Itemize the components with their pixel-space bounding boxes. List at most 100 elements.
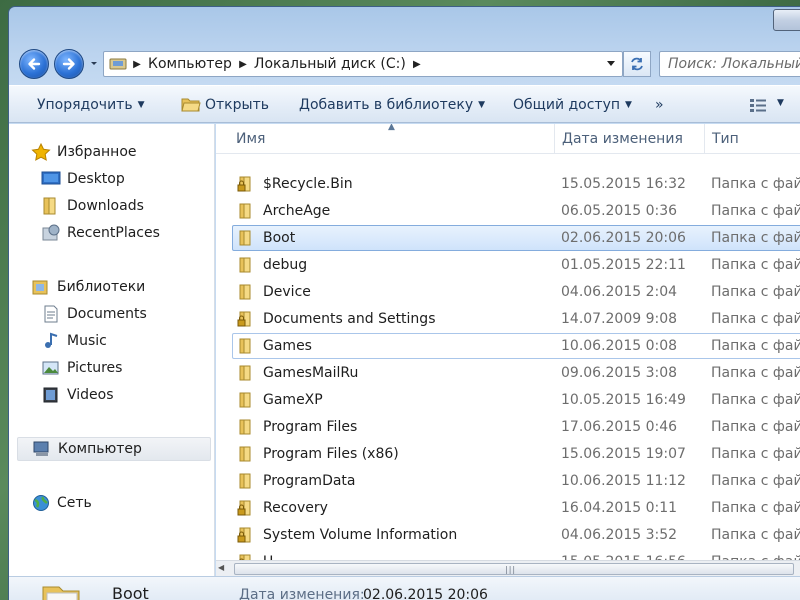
file-type: Папка с фай [711,257,800,273]
breadcrumb-separator-icon[interactable]: ▶ [410,59,424,70]
forward-button[interactable] [54,49,84,79]
sort-ascending-icon: ▲ [388,124,395,132]
file-row[interactable]: $Recycle.Bin 15.05.2015 16:32 Папка с фай [232,171,800,197]
file-row[interactable]: ProgramData 10.06.2015 11:12 Папка с фай [232,468,800,494]
file-date: 17.06.2015 0:46 [561,419,678,435]
network-globe-icon [33,495,49,511]
videos-icon [43,387,58,403]
sidebar-item-recentplaces[interactable]: RecentPlaces [41,221,160,245]
organize-label: Упорядочить [37,97,133,113]
arrow-right-icon [62,58,75,70]
sidebar-favorites[interactable]: Избранное [31,140,137,164]
sidebar-item-label: Music [67,333,107,349]
folder-icon [42,586,80,600]
file-date: 04.06.2015 2:04 [561,284,678,300]
folder-icon [239,257,251,273]
column-name[interactable]: Имя [236,131,265,147]
file-date: 01.05.2015 22:11 [561,257,686,273]
file-row[interactable]: Games 10.06.2015 0:08 Папка с фай [232,333,800,359]
file-type: Папка с фай [711,419,800,435]
sidebar-network[interactable]: Сеть [31,491,92,515]
sidebar-item-desktop[interactable]: Desktop [41,167,125,191]
file-row[interactable]: Boot 02.06.2015 20:06 Папка с фай [232,225,800,251]
horizontal-scrollbar[interactable]: ◀ ||| [216,560,800,576]
file-date: 06.05.2015 0:36 [561,203,678,219]
column-divider[interactable] [704,124,705,154]
folder-icon [239,203,251,219]
grip-icon: ||| [505,565,517,574]
scroll-left-icon[interactable]: ◀ [218,563,230,575]
address-bar[interactable]: ▶ Компьютер ▶ Локальный диск (C:) ▶ [103,51,623,77]
sidebar-libraries-label: Библиотеки [57,279,146,295]
folder-icon [239,284,251,300]
share-label: Общий доступ [513,97,621,113]
file-row[interactable]: Program Files 17.06.2015 0:46 Папка с фай [232,414,800,440]
add-to-library-button[interactable]: Добавить в библиотеку ▼ [299,97,485,113]
sidebar-computer[interactable]: Компьютер [17,437,211,461]
explorer-window: ▶ Компьютер ▶ Локальный диск (C:) ▶ Поис… [8,6,800,600]
sidebar-libraries[interactable]: Библиотеки [31,275,145,299]
file-name: debug [263,257,308,273]
file-row[interactable]: GameXP 10.05.2015 16:49 Папка с фай [232,387,800,413]
file-name: Program Files [263,419,358,435]
column-divider[interactable] [554,124,555,154]
file-row[interactable]: Device 04.06.2015 2:04 Папка с фай [232,279,800,305]
sidebar-item-videos[interactable]: Videos [41,383,114,407]
search-input[interactable]: Поиск: Локальный [659,51,800,77]
organize-button[interactable]: Упорядочить ▼ [37,97,145,113]
file-type: Папка с фай [711,176,800,192]
folder-icon [239,446,251,462]
file-row[interactable]: ArcheAge 06.05.2015 0:36 Папка с фай [232,198,800,224]
view-dropdown-icon[interactable]: ▼ [777,98,784,108]
refresh-button[interactable] [623,51,651,77]
file-date: 02.06.2015 20:06 [561,230,686,246]
folder-icon [239,392,251,408]
file-name: ProgramData [263,473,356,489]
file-type: Папка с фай [711,338,800,354]
close-button[interactable] [773,9,800,31]
breadcrumb-local-disk[interactable]: Локальный диск (C:) [250,56,410,72]
file-row[interactable]: System Volume Information 04.06.2015 3:52… [232,522,800,548]
sidebar-item-music[interactable]: Music [41,329,107,353]
file-row[interactable]: debug 01.05.2015 22:11 Папка с фай [232,252,800,278]
file-row[interactable]: Recovery 16.04.2015 0:11 Папка с фай [232,495,800,521]
file-row[interactable]: Program Files (x86) 15.06.2015 19:07 Папка… [232,441,800,467]
folder-icon [239,365,251,381]
star-icon [31,143,51,161]
column-date-modified[interactable]: Дата изменения [562,131,683,147]
breadcrumb-computer[interactable]: Компьютер [144,56,236,72]
locked-folder-icon [237,527,251,543]
file-date: 04.06.2015 3:52 [561,527,678,543]
folder-icon [43,197,56,215]
command-bar: Упорядочить ▼ Открыть Добавить в библиоте… [9,85,800,123]
file-type: Папка с фай [711,284,800,300]
column-header: ▲ Имя Дата изменения Тип [216,124,800,154]
recent-pages-chevron-icon[interactable] [89,59,99,69]
sidebar-item-downloads[interactable]: Downloads [41,194,144,218]
sidebar-item-pictures[interactable]: Pictures [41,356,122,380]
locked-folder-icon [237,500,251,516]
folder-icon [239,419,251,435]
breadcrumb-separator-icon[interactable]: ▶ [130,59,144,70]
file-name: ArcheAge [263,203,331,219]
view-options-icon[interactable] [749,98,771,112]
file-row[interactable]: Documents and Settings 14.07.2009 9:08 Пап… [232,306,800,332]
address-dropdown-icon[interactable] [606,60,616,68]
sidebar-item-documents[interactable]: Documents [41,302,147,326]
file-type: Папка с фай [711,500,800,516]
more-commands-button[interactable]: » [655,97,664,113]
file-row[interactable]: GamesMailRu 09.06.2015 3:08 Папка с фай [232,360,800,386]
breadcrumb-separator-icon[interactable]: ▶ [236,59,250,70]
file-type: Папка с фай [711,527,800,543]
open-button[interactable]: Открыть [205,97,269,113]
file-name: GamesMailRu [263,365,359,381]
documents-icon [44,305,58,323]
file-name: Recovery [263,500,328,516]
back-button[interactable] [19,49,49,79]
share-button[interactable]: Общий доступ ▼ [513,97,632,113]
file-name: $Recycle.Bin [263,176,353,192]
file-name: System Volume Information [263,527,458,543]
sidebar-network-label: Сеть [57,495,92,511]
scrollbar-thumb[interactable]: ||| [234,563,794,575]
column-type[interactable]: Тип [712,131,739,147]
